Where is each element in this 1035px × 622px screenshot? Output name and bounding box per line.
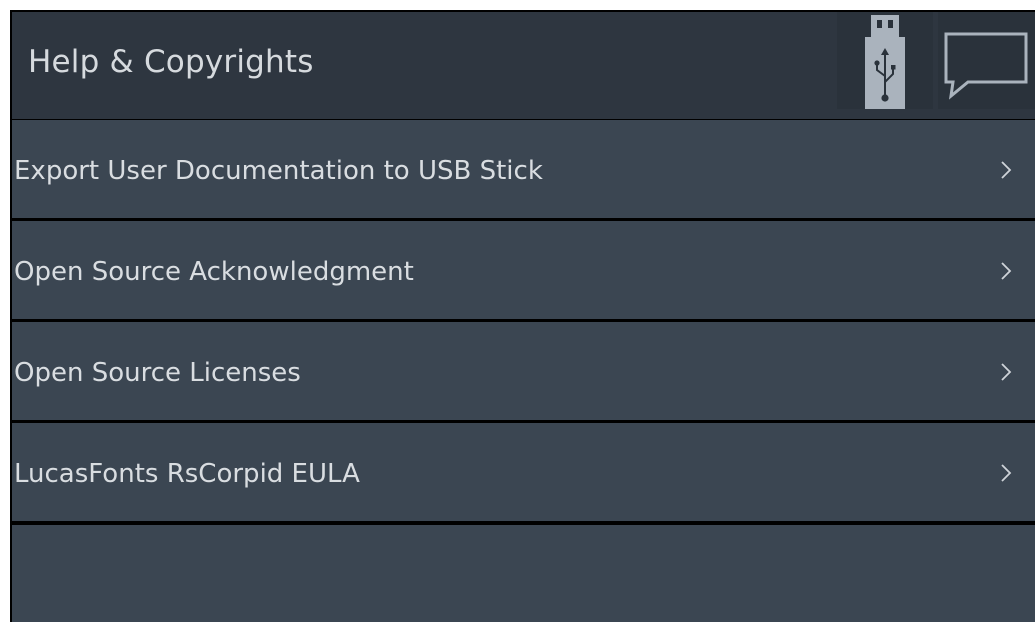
usb-icon	[837, 12, 933, 109]
chevron-right-icon	[999, 463, 1013, 483]
chevron-right-icon	[999, 160, 1013, 180]
menu-item-open-source-acknowledgment[interactable]: Open Source Acknowledgment	[12, 221, 1035, 319]
menu-item-label: Open Source Licenses	[14, 358, 301, 388]
feedback-button[interactable]	[938, 12, 1035, 109]
menu-item-label: LucasFonts RsCorpid EULA	[14, 459, 360, 489]
speech-bubble-icon	[938, 12, 1035, 109]
chevron-right-icon	[999, 362, 1013, 382]
menu-item-label: Export User Documentation to USB Stick	[14, 156, 543, 186]
page-title: Help & Copyrights	[28, 44, 314, 80]
menu-item-lucasfonts-eula[interactable]: LucasFonts RsCorpid EULA	[12, 423, 1035, 521]
menu-item-label: Open Source Acknowledgment	[14, 257, 414, 287]
menu-item-open-source-licenses[interactable]: Open Source Licenses	[12, 322, 1035, 420]
header-bar: Help & Copyrights	[12, 12, 1035, 119]
chevron-right-icon	[999, 261, 1013, 281]
empty-list-area	[12, 525, 1035, 622]
help-copyrights-window: Help & Copyrights Export User Documentat…	[10, 10, 1035, 622]
menu-item-export-user-documentation[interactable]: Export User Documentation to USB Stick	[12, 120, 1035, 218]
usb-button[interactable]	[837, 12, 933, 109]
